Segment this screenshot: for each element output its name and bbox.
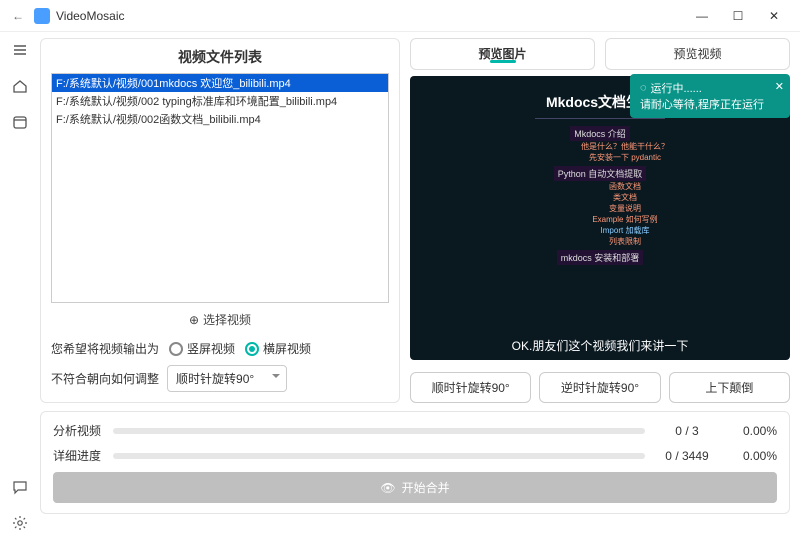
preview-sub: 他是什么？他能干什么？ (581, 141, 669, 152)
analyze-count: 0 / 3 (655, 424, 719, 438)
preview-section: Mkdocs 介绍 (570, 126, 630, 141)
preview-panel: 预览图片 预览视频 ◌ 运行中...... 请耐心等待,程序正在运行 ✕ Mkd… (410, 38, 790, 403)
detail-progress-bar (113, 453, 645, 459)
sidebar (0, 32, 40, 545)
titlebar: ← VideoMosaic — ☐ ✕ (0, 0, 800, 32)
adjust-select[interactable]: 顺时针旋转90° (167, 365, 287, 392)
close-button[interactable]: ✕ (756, 2, 792, 30)
preview-sub: 函数文档 (609, 181, 641, 192)
progress-panel: 分析视频 0 / 3 0.00% 详细进度 0 / 3449 0.00% 👁 开… (40, 411, 790, 514)
tab-preview-video[interactable]: 预览视频 (605, 38, 790, 70)
file-list[interactable]: F:/系统默认/视频/001mkdocs 欢迎您_bilibili.mp4 F:… (51, 73, 389, 303)
detail-percent: 0.00% (729, 449, 777, 463)
preview-sub: 变量说明 (609, 203, 641, 214)
toast-title: 运行中...... (650, 80, 701, 96)
list-item[interactable]: F:/系统默认/视频/002函数文档_bilibili.mp4 (52, 110, 388, 128)
settings-icon[interactable] (8, 511, 32, 535)
rotate-ccw-button[interactable]: 逆时针旋转90° (539, 372, 660, 403)
toast-close-icon[interactable]: ✕ (775, 80, 784, 93)
preview-sub: 类文档 (613, 192, 637, 203)
preview-caption: OK.朋友们这个视频我们来讲一下 (512, 337, 689, 354)
plus-icon: ⊕ (189, 313, 199, 327)
radio-horizontal[interactable]: 横屏视频 (245, 340, 311, 357)
chat-icon[interactable] (8, 475, 32, 499)
panel-title: 视频文件列表 (51, 47, 389, 67)
list-item[interactable]: F:/系统默认/视频/001mkdocs 欢迎您_bilibili.mp4 (52, 74, 388, 92)
app-title: VideoMosaic (56, 9, 684, 23)
detail-label: 详细进度 (53, 447, 103, 464)
home-icon[interactable] (8, 74, 32, 98)
analyze-percent: 0.00% (729, 424, 777, 438)
preview-sub: 列表限制 (609, 236, 641, 247)
menu-icon[interactable] (8, 38, 32, 62)
select-video-button[interactable]: ⊕ 选择视频 (189, 311, 251, 328)
minimize-button[interactable]: — (684, 2, 720, 30)
preview-sub: 先安装一下 pydantic (589, 152, 661, 163)
preview-image: Mkdocs文档生成 Mkdocs 介绍 他是什么？他能干什么？ 先安装一下 p… (410, 76, 790, 360)
radio-vertical[interactable]: 竖屏视频 (169, 340, 235, 357)
tab-preview-image-label: 预览图片 (478, 47, 526, 61)
adjust-label: 不符合朝向如何调整 (51, 370, 159, 387)
back-button[interactable]: ← (8, 9, 28, 23)
eye-icon: 👁 (380, 481, 395, 495)
rotate-cw-button[interactable]: 顺时针旋转90° (410, 372, 531, 403)
maximize-button[interactable]: ☐ (720, 2, 756, 30)
start-merge-button[interactable]: 👁 开始合并 (53, 472, 777, 503)
select-video-label: 选择视频 (203, 311, 251, 328)
app-icon (34, 8, 50, 24)
analyze-label: 分析视频 (53, 422, 103, 439)
analyze-progress-bar (113, 428, 645, 434)
preview-section: mkdocs 安装和部署 (557, 250, 644, 265)
preview-section: Python 自动文档提取 (554, 166, 647, 181)
spinner-icon: ◌ (640, 82, 647, 94)
running-toast: ◌ 运行中...... 请耐心等待,程序正在运行 ✕ (630, 74, 790, 118)
calendar-icon[interactable] (8, 110, 32, 134)
start-merge-label: 开始合并 (402, 479, 450, 496)
flip-button[interactable]: 上下颠倒 (669, 372, 790, 403)
orientation-label: 您希望将视频输出为 (51, 340, 159, 357)
toast-body: 请耐心等待,程序正在运行 (640, 96, 764, 112)
radio-horizontal-label: 横屏视频 (263, 340, 311, 357)
list-item[interactable]: F:/系统默认/视频/002 typing标准库和环境配置_bilibili.m… (52, 92, 388, 110)
radio-vertical-label: 竖屏视频 (187, 340, 235, 357)
preview-sub: Example 如何写例 (592, 214, 657, 225)
file-list-panel: 视频文件列表 F:/系统默认/视频/001mkdocs 欢迎您_bilibili… (40, 38, 400, 403)
preview-sub: Import 加载库 (601, 225, 650, 236)
tab-preview-image[interactable]: 预览图片 (410, 38, 595, 70)
detail-count: 0 / 3449 (655, 449, 719, 463)
